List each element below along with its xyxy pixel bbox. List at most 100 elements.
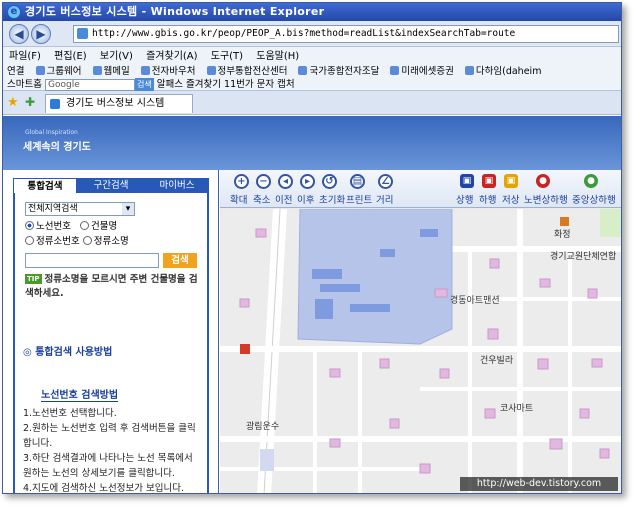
tab-section-search[interactable]: 구간검색 bbox=[79, 178, 143, 193]
address-url: http://www.gbis.go.kr/peop/PEOP_A.bis?me… bbox=[92, 28, 516, 39]
add-favorite-icon[interactable]: ✚ bbox=[25, 95, 35, 109]
page-content: Global Inspiration 세계속의 경기도 통합검색 구간검색 마이… bbox=[3, 116, 621, 493]
search-panel: 통합검색 구간검색 마이버스 전체지역검색 노선번호 건물명 정류소번호 정류소… bbox=[3, 170, 219, 493]
bus-lowfloor-icon[interactable]: ▣ bbox=[504, 174, 518, 188]
menu-help[interactable]: 도움말(H) bbox=[256, 51, 299, 62]
vehicle-lowfloor-label[interactable]: 저상 bbox=[502, 192, 519, 206]
zoom-in-icon[interactable]: + bbox=[234, 174, 249, 189]
address-row: ◀ ▶ http://www.gbis.go.kr/peop/PEOP_A.bi… bbox=[3, 21, 621, 47]
link-icon bbox=[35, 66, 45, 75]
menu-favorites[interactable]: 즐겨찾기(A) bbox=[146, 51, 197, 62]
map-label: 건우빌라 bbox=[480, 356, 514, 366]
forward-label[interactable]: 이후 bbox=[297, 192, 314, 206]
browser-window: e 경기도 버스정보 시스템 - Windows Internet Explor… bbox=[2, 2, 622, 494]
search-tip: TIP 정류소명을 모르시면 주변 건물명을 검색하세요. bbox=[25, 274, 198, 299]
radio-row-2: 정류소번호 정류소명 bbox=[25, 235, 129, 249]
favorites-star-icon[interactable]: ★ bbox=[7, 95, 19, 110]
menu-tools[interactable]: 도구(T) bbox=[211, 51, 243, 62]
bus-down-icon[interactable]: ▣ bbox=[482, 174, 496, 188]
distance-icon[interactable]: ∠ bbox=[378, 174, 393, 189]
route-guide-steps: 1.노선번호 선택합니다. 2.원하는 노선번호 입력 후 검색버튼을 클릭합니… bbox=[23, 406, 203, 493]
reset-label[interactable]: 초기화 bbox=[319, 192, 345, 206]
back-icon[interactable]: ◂ bbox=[278, 174, 293, 189]
link-item[interactable]: 국가종합전자조달 bbox=[298, 66, 379, 77]
tip-badge: TIP bbox=[25, 274, 42, 284]
search-button[interactable]: 검색 bbox=[163, 253, 197, 268]
menu-file[interactable]: 파일(F) bbox=[9, 51, 41, 62]
site-logo[interactable]: 세계속의 경기도 bbox=[23, 138, 91, 153]
link-icon bbox=[140, 66, 150, 75]
print-icon[interactable]: ▤ bbox=[350, 174, 365, 189]
back-label[interactable]: 이전 bbox=[275, 192, 292, 206]
extra-toolbar: 스마트홈 Google 검색 알패스 즐겨찾기 11번가 문자 캡처 bbox=[7, 78, 619, 91]
tab-my-bus[interactable]: 마이버스 bbox=[145, 178, 209, 193]
zoom-in-label[interactable]: 확대 bbox=[230, 192, 247, 206]
link-item[interactable]: 그룹웨어 bbox=[35, 66, 81, 77]
toolbar-item[interactable]: 문자 bbox=[257, 79, 274, 90]
search-input[interactable] bbox=[25, 253, 159, 268]
print-label[interactable]: 프린트 bbox=[346, 192, 372, 206]
zoom-out-label[interactable]: 축소 bbox=[253, 192, 270, 206]
ie-icon: e bbox=[7, 5, 21, 19]
link-item[interactable]: 다하임(daheim bbox=[464, 66, 541, 77]
page-icon bbox=[77, 28, 88, 39]
guide-step: 1.노선번호 선택합니다. bbox=[23, 408, 117, 419]
google-search-input[interactable]: Google bbox=[45, 78, 135, 91]
link-icon bbox=[464, 66, 474, 75]
center-label[interactable]: 중앙상하행 bbox=[572, 192, 616, 206]
menu-view[interactable]: 보기(V) bbox=[100, 51, 133, 62]
tab-row: ★ ✚ 경기도 버스정보 시스템 bbox=[3, 91, 621, 115]
window-title: 경기도 버스정보 시스템 - Windows Internet Explorer bbox=[25, 5, 325, 18]
home-item[interactable]: 스마트홈 bbox=[7, 79, 42, 90]
menu-bar: 파일(F) 편집(E) 보기(V) 즐겨찾기(A) 도구(T) 도움말(H) bbox=[9, 49, 309, 64]
back-button[interactable]: ◀ bbox=[9, 24, 29, 44]
region-select[interactable]: 전체지역검색 bbox=[25, 202, 135, 216]
roadside-label[interactable]: 노변상하행 bbox=[524, 192, 568, 206]
map-canvas[interactable]: 화정 경기교원단체연합 경동아트맨션 건우빌라 코사마트 광림운수 bbox=[220, 208, 621, 493]
link-item[interactable]: 정부통합전산센터 bbox=[206, 66, 287, 77]
watermark: http://web-dev.tistory.com bbox=[460, 477, 618, 491]
forward-button[interactable]: ▶ bbox=[31, 24, 51, 44]
tab-title: 경기도 버스정보 시스템 bbox=[66, 98, 165, 109]
google-search-button[interactable]: 검색 bbox=[135, 78, 154, 91]
bus-up-icon[interactable]: ▣ bbox=[460, 174, 474, 188]
link-icon bbox=[390, 66, 400, 75]
link-item[interactable]: 미래에셋증권 bbox=[390, 66, 454, 77]
window-titlebar: e 경기도 버스정보 시스템 - Windows Internet Explor… bbox=[3, 3, 621, 21]
roadside-pin-icon[interactable]: ● bbox=[536, 174, 550, 188]
tab-integrated-search[interactable]: 통합검색 bbox=[13, 178, 77, 193]
link-item[interactable]: 웹메일 bbox=[92, 66, 130, 77]
vehicle-down-label[interactable]: 하행 bbox=[479, 192, 496, 206]
link-item[interactable]: 전자바우처 bbox=[140, 66, 195, 77]
map-label: 코사마트 bbox=[500, 404, 534, 414]
toolbar-item[interactable]: 즐겨찾기 bbox=[186, 79, 221, 90]
address-bar[interactable]: http://www.gbis.go.kr/peop/PEOP_A.bis?me… bbox=[73, 25, 619, 43]
zoom-out-icon[interactable]: − bbox=[256, 174, 271, 189]
links-bar: 연결 그룹웨어 웹메일 전자바우처 정부통합전산센터 국가종합전자조달 미래에셋… bbox=[7, 65, 549, 78]
map-toolbar: + − ◂ ▸ ↺ ▤ ∠ 확대 축소 이전 이후 초기화 프린트 거리 ▣ ▣… bbox=[220, 170, 621, 208]
map-label: 경기교원단체연합 bbox=[550, 252, 617, 262]
guide-step: 3.하단 검색결과에 나타나는 노선 목록에서 원하는 노선의 상세보기를 클릭… bbox=[23, 453, 193, 479]
map-area: + − ◂ ▸ ↺ ▤ ∠ 확대 축소 이전 이후 초기화 프린트 거리 ▣ ▣… bbox=[220, 170, 621, 493]
link-icon bbox=[92, 66, 102, 75]
page-tab[interactable]: 경기도 버스정보 시스템 bbox=[45, 94, 193, 113]
search-form: 전체지역검색 노선번호 건물명 정류소번호 정류소명 검색 TIP정류소명을 모… bbox=[13, 193, 209, 493]
reset-icon[interactable]: ↺ bbox=[322, 174, 337, 189]
toolbar-item[interactable]: 알패스 bbox=[157, 79, 183, 90]
links-label: 연결 bbox=[7, 66, 25, 77]
radio-route-number[interactable]: 노선번호 bbox=[25, 221, 71, 232]
distance-label[interactable]: 거리 bbox=[376, 192, 393, 206]
toolbar-item[interactable]: 11번가 bbox=[224, 79, 254, 90]
toolbar-item[interactable]: 캡처 bbox=[277, 79, 294, 90]
vehicle-up-label[interactable]: 상행 bbox=[456, 192, 473, 206]
tab-page-icon bbox=[50, 99, 60, 109]
forward-icon[interactable]: ▸ bbox=[300, 174, 315, 189]
menu-edit[interactable]: 편집(E) bbox=[54, 51, 87, 62]
radio-row-1: 노선번호 건물명 bbox=[25, 220, 117, 234]
brand-tagline: Global Inspiration bbox=[25, 129, 78, 136]
link-icon bbox=[206, 66, 216, 75]
radio-stop-number[interactable]: 정류소번호 bbox=[25, 236, 80, 247]
center-pin-icon[interactable]: ● bbox=[584, 174, 598, 188]
radio-building[interactable]: 건물명 bbox=[80, 221, 117, 232]
radio-stop-name[interactable]: 정류소명 bbox=[82, 236, 129, 247]
